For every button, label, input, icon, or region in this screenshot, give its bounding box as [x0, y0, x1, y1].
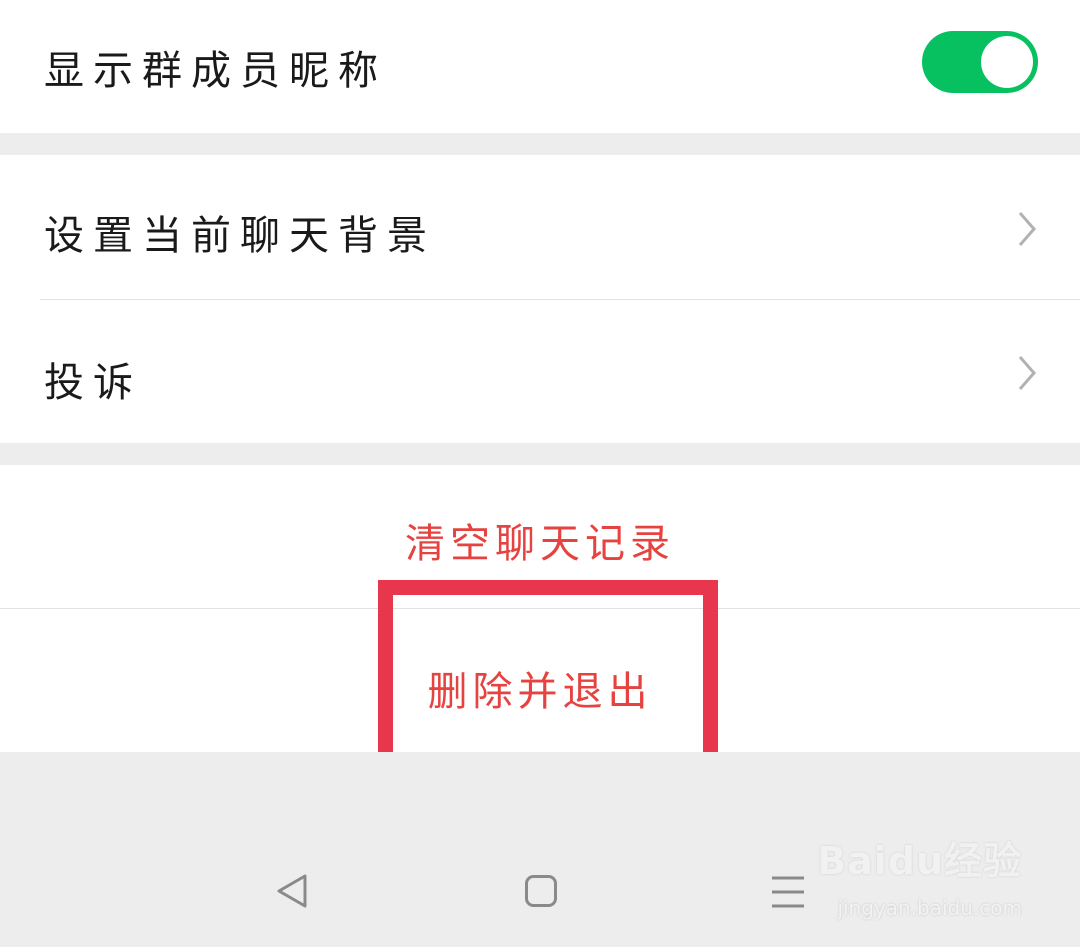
watermark-logo: Baidu经验	[817, 839, 1022, 883]
toggle-knob	[981, 36, 1033, 88]
show-member-nickname-row[interactable]: 显示群成员昵称	[0, 0, 1080, 133]
highlight-annotation-box	[378, 580, 718, 768]
watermark-url: jingyan.baidu.com	[837, 896, 1022, 920]
complaint-row[interactable]: 投诉	[0, 300, 1080, 443]
show-member-nickname-label: 显示群成员昵称	[44, 48, 387, 94]
menu-lines-icon[interactable]	[771, 875, 805, 909]
chat-background-row[interactable]: 设置当前聊天背景	[0, 155, 1080, 299]
back-triangle-icon[interactable]	[275, 873, 309, 909]
nickname-setting-block: 显示群成员昵称	[0, 0, 1080, 133]
chat-background-label: 设置当前聊天背景	[44, 213, 436, 259]
show-member-nickname-toggle[interactable]	[922, 31, 1038, 93]
complaint-label: 投诉	[44, 360, 142, 406]
home-square-icon[interactable]	[524, 874, 558, 908]
chevron-right-icon	[1018, 212, 1036, 246]
chevron-right-icon	[1018, 356, 1036, 390]
chat-options-block: 设置当前聊天背景 投诉	[0, 155, 1080, 443]
clear-history-label: 清空聊天记录	[405, 521, 675, 567]
baidu-watermark: Baidu经验 jingyan.baidu.com	[817, 830, 1022, 920]
